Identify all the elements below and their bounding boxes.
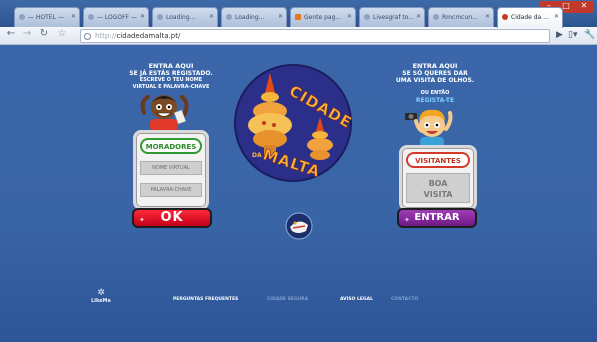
cidade-da-malta-logo: CIDADE DA MALTA bbox=[234, 64, 356, 182]
intro-line: SE SÓ QUERES DAR bbox=[402, 70, 468, 77]
reload-icon[interactable]: ↻ bbox=[37, 28, 51, 39]
page-icon bbox=[364, 14, 370, 20]
intro-line: SE JÁ ESTÁS REGISTADO. bbox=[129, 70, 213, 77]
legal-notice-link[interactable]: AVISO LEGAL bbox=[340, 297, 373, 302]
tab-label: — LOGOFF — bbox=[97, 14, 137, 21]
close-tab-icon[interactable]: ✕ bbox=[554, 13, 559, 20]
likeme-label: LikeMe bbox=[91, 298, 111, 304]
tab-label: Gente pag... bbox=[304, 14, 342, 21]
contact-link[interactable]: CONTACTO bbox=[391, 297, 418, 302]
likeme-icon: ✲ bbox=[97, 288, 105, 298]
tab-label: Rmcmcun... bbox=[442, 14, 478, 21]
password-input[interactable]: PALAVRA-CHAVE bbox=[140, 183, 202, 197]
close-tab-icon[interactable]: ✕ bbox=[485, 13, 490, 20]
url-prefix: http:// bbox=[95, 32, 117, 40]
good-visit-box: BOA VISITA bbox=[406, 173, 470, 203]
page-icon bbox=[88, 14, 94, 20]
intro-line: ENTRA AQUI bbox=[148, 62, 194, 70]
browser-tab[interactable]: Rmcmcun... ✕ bbox=[428, 7, 494, 27]
close-tab-icon[interactable]: ✕ bbox=[71, 13, 76, 20]
close-tab-icon[interactable]: ✕ bbox=[209, 13, 214, 20]
tab-label: Loading... bbox=[166, 14, 196, 21]
browser-tab[interactable]: Loading... ✕ bbox=[221, 7, 287, 27]
faq-link[interactable]: PERGUNTAS FREQUENTES bbox=[173, 297, 238, 302]
address-bar[interactable]: http://cidadedamalta.pt/ bbox=[80, 29, 550, 43]
intro-line: VIRTUAL E PALAVRA-CHAVE bbox=[132, 84, 210, 90]
tab-label: Livesgraf to... bbox=[373, 14, 414, 21]
globe-icon bbox=[84, 33, 91, 40]
browser-toolbar: ← → ↻ ☆ http://cidadedamalta.pt/ ▶ ▯▾ 🔧 bbox=[0, 27, 597, 45]
intro-line: UMA VISITA DE OLHOS. bbox=[395, 77, 475, 84]
sparkle-icon: ✦ bbox=[139, 216, 146, 224]
visitor-kid-illustration bbox=[405, 109, 453, 149]
page-icon bbox=[433, 14, 439, 20]
close-window-icon[interactable]: ✕ bbox=[576, 2, 592, 11]
good-visit-line: VISITA bbox=[423, 190, 453, 199]
residents-login-panel: MORADORES NOME VIRTUAL PALAVRA-CHAVE bbox=[133, 130, 209, 210]
intro-line: OU ENTÃO bbox=[420, 90, 450, 96]
browser-tab[interactable]: — LOGOFF — ✕ bbox=[83, 7, 149, 27]
tab-label: Cidade da ... bbox=[511, 14, 549, 21]
page-icon bbox=[502, 14, 508, 20]
close-tab-icon[interactable]: ✕ bbox=[278, 13, 283, 20]
browser-tab-strip: — HOTEL — ✕ — LOGOFF — ✕ Loading... ✕ Lo… bbox=[0, 0, 597, 28]
browser-tab[interactable]: Gente pag... ✕ bbox=[290, 7, 356, 27]
blogger-icon bbox=[295, 14, 301, 20]
close-tab-icon[interactable]: ✕ bbox=[140, 13, 145, 20]
safe-city-link[interactable]: CIDADE SEGURA bbox=[267, 297, 308, 302]
star-bookmark-icon[interactable]: ☆ bbox=[55, 28, 69, 39]
virtual-name-input[interactable]: NOME VIRTUAL bbox=[140, 161, 202, 175]
ok-button-label: OK bbox=[160, 210, 184, 225]
sound-toggle-icon[interactable] bbox=[284, 211, 314, 241]
browser-tab[interactable]: — HOTEL — ✕ bbox=[14, 7, 80, 27]
visitors-title: VISITANTES bbox=[406, 152, 470, 168]
back-arrow-icon[interactable]: ← bbox=[4, 28, 18, 39]
good-visit-line: BOA bbox=[428, 179, 448, 188]
close-tab-icon[interactable]: ✕ bbox=[347, 13, 352, 20]
residents-intro: ENTRA AQUI SE JÁ ESTÁS REGISTADO. ESCREV… bbox=[116, 63, 226, 91]
resident-kid-illustration bbox=[140, 95, 189, 131]
visitors-intro: ENTRA AQUI SE SÓ QUERES DAR UMA VISITA D… bbox=[380, 62, 490, 105]
play-page-icon[interactable]: ▶ bbox=[556, 30, 563, 40]
browser-tab[interactable]: Livesgraf to... ✕ bbox=[359, 7, 425, 27]
register-link[interactable]: REGISTA-TE bbox=[380, 97, 490, 104]
close-tab-icon[interactable]: ✕ bbox=[416, 13, 421, 20]
intro-line: ENTRA AQUI bbox=[412, 62, 458, 70]
page-icon bbox=[226, 14, 232, 20]
visitors-panel: VISITANTES BOA VISITA bbox=[399, 145, 477, 211]
intro-line: ESCREVE O TEU NOME bbox=[139, 77, 203, 83]
page-icon bbox=[19, 14, 25, 20]
enter-visit-button[interactable]: ✦ ENTRAR bbox=[397, 208, 477, 228]
tab-label: Loading... bbox=[235, 14, 265, 21]
logo-word-da: DA bbox=[252, 152, 262, 159]
wrench-icon[interactable]: 🔧 bbox=[584, 30, 595, 40]
forward-arrow-icon[interactable]: → bbox=[20, 28, 34, 39]
tab-label: — HOTEL — bbox=[28, 14, 64, 21]
residents-title: MORADORES bbox=[140, 138, 202, 154]
page-icon bbox=[157, 14, 163, 20]
browser-tab-active[interactable]: Cidade da ... ✕ bbox=[497, 7, 563, 28]
enter-button-label: ENTRAR bbox=[414, 212, 460, 223]
ok-login-button[interactable]: ✦ OK bbox=[132, 208, 212, 228]
sparkle-icon: ✦ bbox=[404, 216, 410, 224]
likeme-footer-logo[interactable]: ✲ LikeMe bbox=[86, 288, 116, 305]
page-menu-icon[interactable]: ▯▾ bbox=[568, 30, 577, 40]
url-text: cidadedamalta.pt/ bbox=[116, 32, 181, 40]
page-content: ENTRA AQUI SE JÁ ESTÁS REGISTADO. ESCREV… bbox=[0, 45, 597, 342]
browser-tab[interactable]: Loading... ✕ bbox=[152, 7, 218, 27]
